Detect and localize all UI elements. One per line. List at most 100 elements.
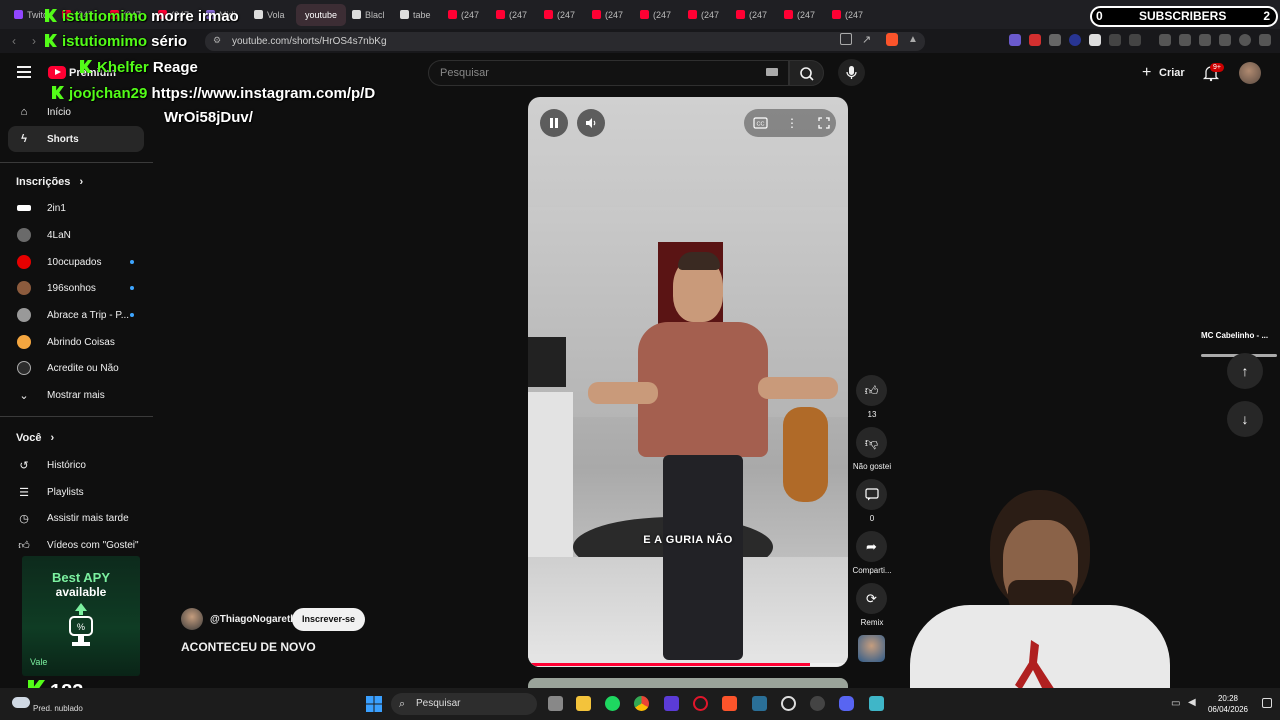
- browser-tab[interactable]: (247: [634, 4, 682, 26]
- extensions-puzzle-icon[interactable]: [1109, 34, 1121, 46]
- sidebar-item-shorts[interactable]: ϟ Shorts: [8, 126, 144, 152]
- weather-icon[interactable]: [12, 697, 30, 708]
- share-icon: ➦: [866, 538, 877, 554]
- pause-button[interactable]: [540, 109, 568, 137]
- leo-icon[interactable]: [1219, 34, 1231, 46]
- sidebar-item-subscription[interactable]: 10ocupados: [8, 249, 144, 275]
- forward-icon[interactable]: ›: [32, 34, 36, 48]
- extension-icon[interactable]: [1129, 34, 1141, 46]
- video-title[interactable]: ACONTECEU DE NOVO: [181, 640, 316, 654]
- extension-icon[interactable]: [1069, 34, 1081, 46]
- extension-icon[interactable]: [1009, 34, 1021, 46]
- like-button[interactable]: 👍︎: [856, 375, 887, 406]
- browser-tab[interactable]: (247: [826, 4, 874, 26]
- captions-button[interactable]: CC: [746, 109, 774, 137]
- sidebar-item-playlists[interactable]: ☰ Playlists: [8, 479, 144, 505]
- search-button[interactable]: [789, 60, 824, 86]
- file-explorer-icon[interactable]: [576, 696, 591, 711]
- windows-start-icon[interactable]: [366, 696, 382, 712]
- task-view-icon[interactable]: [548, 696, 563, 711]
- browser-tab[interactable]: youtube: [296, 3, 346, 26]
- obs-icon[interactable]: [781, 696, 796, 711]
- share-page-icon[interactable]: ↗: [862, 33, 871, 46]
- create-button[interactable]: + Criar: [1139, 62, 1185, 84]
- sidebar-item-liked-videos[interactable]: 👍︎ Vídeos com "Gostei": [8, 532, 144, 558]
- brave-icon[interactable]: [722, 696, 737, 711]
- browser-tab[interactable]: (247: [538, 4, 586, 26]
- brave-shield-icon[interactable]: [886, 33, 898, 46]
- app-grid-icon[interactable]: [664, 696, 679, 711]
- sidebar-item-subscription[interactable]: Abrace a Trip - P...: [8, 302, 144, 328]
- sidebar-toggle-icon[interactable]: [1179, 34, 1191, 46]
- tab-favicon-icon: [784, 10, 793, 19]
- next-short-button[interactable]: ↓: [1227, 401, 1263, 437]
- weather-label[interactable]: Pred. nublado: [33, 704, 83, 713]
- browser-tab[interactable]: Vola: [248, 4, 296, 26]
- vpn-icon[interactable]: [1239, 34, 1251, 46]
- extension-icon[interactable]: [1049, 34, 1061, 46]
- dislike-button[interactable]: 👎︎: [856, 427, 887, 458]
- notification-center-icon[interactable]: [1262, 698, 1272, 708]
- sidebar-item-subscription[interactable]: 4LaN: [8, 222, 144, 248]
- media-icon[interactable]: [1159, 34, 1171, 46]
- url-field[interactable]: youtube.com/shorts/HrOS4s7nbKg: [205, 32, 925, 51]
- browser-tab[interactable]: (247: [730, 4, 778, 26]
- browser-tab[interactable]: tabe: [394, 4, 442, 26]
- more-options-button[interactable]: ⋮: [778, 109, 806, 137]
- fullscreen-button[interactable]: [810, 109, 838, 137]
- browser-tab[interactable]: (247: [442, 4, 490, 26]
- sidebar-item-subscription[interactable]: Acredite ou Não: [8, 355, 144, 381]
- subscriptions-heading[interactable]: Inscrições ›: [16, 176, 83, 188]
- sidebar-item-subscription[interactable]: Abrindo Coisas: [8, 329, 144, 355]
- menu-icon[interactable]: [1259, 34, 1271, 46]
- subscribers-right-count: 2: [1263, 9, 1270, 23]
- speaker-icon[interactable]: ◀: [1188, 697, 1196, 708]
- sidebar-item-inicio[interactable]: ⌂ Início: [8, 99, 144, 125]
- voice-search-button[interactable]: [838, 59, 865, 86]
- volume-button[interactable]: [577, 109, 605, 137]
- sidebar-show-more[interactable]: ⌄ Mostrar mais: [8, 382, 144, 408]
- account-avatar[interactable]: [1239, 62, 1261, 84]
- site-info-icon[interactable]: ⚙: [213, 35, 221, 46]
- search-input[interactable]: Pesquisar: [428, 60, 789, 86]
- sidebar-divider: [0, 162, 153, 163]
- channel-handle[interactable]: @ThiagoNogareth: [210, 614, 296, 625]
- browser-tab[interactable]: (247: [490, 4, 538, 26]
- channel-avatar[interactable]: [181, 608, 203, 630]
- subscribe-button[interactable]: Inscrever-se: [292, 608, 365, 631]
- youtube-logo-icon[interactable]: [48, 66, 66, 79]
- video-progress-bar[interactable]: [528, 663, 848, 666]
- extension-icon[interactable]: [1089, 34, 1101, 46]
- chrome-icon[interactable]: [634, 696, 649, 711]
- steam-icon[interactable]: [752, 696, 767, 711]
- opera-icon[interactable]: [693, 696, 708, 711]
- taskbar-clock[interactable]: 20:28 06/04/2026: [1203, 693, 1253, 715]
- person-right-hand-image: [758, 377, 838, 399]
- sidebar-item-watch-later[interactable]: ◷ Assistir mais tarde: [8, 505, 144, 531]
- tab-favicon-icon: [544, 10, 553, 19]
- sidebar-item-subscription[interactable]: 2in1: [8, 195, 144, 221]
- wallet-icon[interactable]: [1199, 34, 1211, 46]
- spotify-icon[interactable]: [605, 696, 620, 711]
- cast-icon[interactable]: [840, 33, 852, 45]
- taskbar-search[interactable]: ⌕ Pesquisar: [391, 693, 537, 715]
- back-icon[interactable]: ‹: [12, 34, 16, 48]
- menu-icon[interactable]: [17, 66, 31, 78]
- sidebar-item-history[interactable]: ↺ Histórico: [8, 452, 144, 478]
- extension-icon[interactable]: [1029, 34, 1041, 46]
- discord-icon[interactable]: [839, 696, 854, 711]
- sidebar-item-subscription[interactable]: 196sonhos: [8, 275, 144, 301]
- rewards-icon[interactable]: ▲: [908, 34, 918, 45]
- notepad-icon[interactable]: [869, 696, 884, 711]
- app-icon[interactable]: [810, 696, 825, 711]
- previous-short-button[interactable]: ↑: [1227, 353, 1263, 389]
- browser-tab[interactable]: Blacl: [346, 4, 394, 26]
- ad-banner[interactable]: Best APY available % Vale: [22, 556, 140, 676]
- keyboard-icon[interactable]: [766, 68, 778, 76]
- browser-tab[interactable]: (247: [586, 4, 634, 26]
- network-icon[interactable]: ▭: [1171, 698, 1180, 709]
- browser-tab[interactable]: (247: [778, 4, 826, 26]
- browser-tab[interactable]: (247: [682, 4, 730, 26]
- shorts-video-player[interactable]: CC ⋮ E A GURIA NÃO: [528, 97, 848, 667]
- you-heading[interactable]: Você ›: [16, 432, 54, 444]
